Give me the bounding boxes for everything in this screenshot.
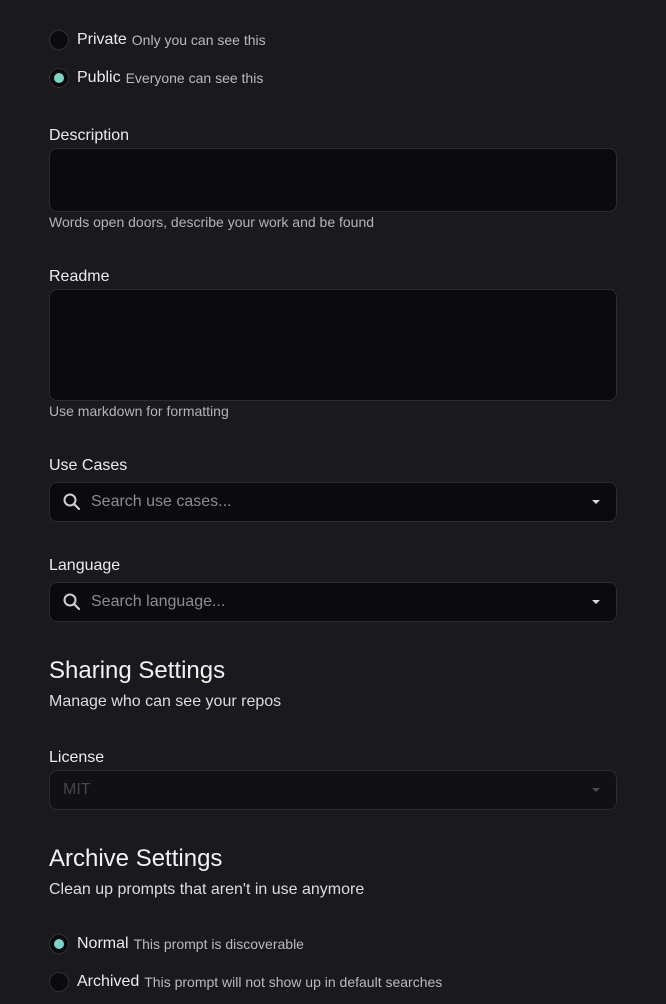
readme-label: Readme (49, 268, 110, 285)
normal-radio[interactable] (49, 934, 69, 954)
readme-field[interactable] (49, 289, 617, 401)
private-label: Private (77, 31, 127, 48)
settings-form: Private Only you can see this Public Eve… (0, 0, 666, 1004)
public-radio[interactable] (49, 68, 69, 88)
private-description: Only you can see this (131, 32, 266, 48)
language-input[interactable] (91, 583, 592, 621)
visibility-option-public[interactable]: Public Everyone can see this (49, 68, 263, 88)
language-label: Language (49, 557, 121, 574)
use-cases-input[interactable] (91, 483, 592, 521)
use-cases-select[interactable] (49, 482, 617, 522)
sharing-settings-subtitle: Manage who can see your repos (49, 693, 282, 710)
archived-description: This prompt will not show up in default … (144, 974, 443, 990)
sharing-settings-title: Sharing Settings (49, 657, 226, 684)
normal-description: This prompt is discoverable (133, 936, 304, 952)
search-icon (63, 493, 81, 511)
archived-label: Archived (77, 973, 140, 990)
language-select[interactable] (49, 582, 617, 622)
archived-radio[interactable] (49, 972, 69, 992)
public-description: Everyone can see this (125, 70, 264, 86)
license-select: MIT (49, 770, 617, 810)
description-field[interactable] (49, 148, 617, 212)
archive-option-normal[interactable]: Normal This prompt is discoverable (49, 934, 304, 954)
use-cases-label: Use Cases (49, 457, 128, 474)
description-helper: Words open doors, describe your work and… (49, 214, 375, 230)
chevron-down-icon[interactable] (592, 500, 600, 504)
archive-option-archived[interactable]: Archived This prompt will not show up in… (49, 972, 442, 992)
license-label: License (49, 749, 105, 766)
archive-settings-subtitle: Clean up prompts that aren't in use anym… (49, 881, 365, 898)
readme-helper: Use markdown for formatting (49, 403, 229, 419)
visibility-option-private[interactable]: Private Only you can see this (49, 30, 266, 50)
description-label: Description (49, 127, 130, 144)
public-label: Public (77, 69, 121, 86)
license-value: MIT (63, 781, 91, 798)
private-radio[interactable] (49, 30, 69, 50)
normal-label: Normal (77, 935, 129, 952)
chevron-down-icon[interactable] (592, 600, 600, 604)
chevron-down-icon (592, 788, 600, 792)
archive-settings-title: Archive Settings (49, 845, 223, 872)
search-icon (63, 593, 81, 611)
